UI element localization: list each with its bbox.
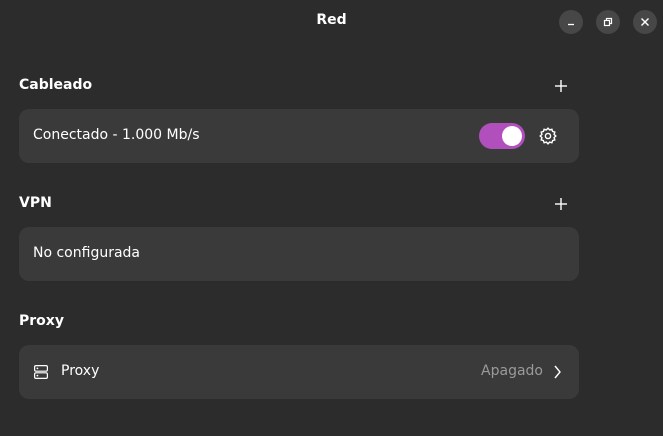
plus-icon: [555, 198, 567, 210]
network-settings-window: Red Cableado Conectado - 1.000 Mb/s VPN …: [0, 0, 663, 436]
minimize-button[interactable]: [559, 10, 583, 34]
wired-section-title: Cableado: [19, 77, 93, 93]
wired-connection-label: Conectado - 1.000 Mb/s: [33, 127, 200, 143]
plus-icon: [555, 80, 567, 92]
close-icon: [641, 18, 649, 26]
proxy-status: Apagado: [481, 363, 543, 379]
close-button[interactable]: [633, 10, 657, 34]
gear-icon: [539, 127, 557, 145]
wired-settings-button[interactable]: [537, 125, 559, 147]
add-wired-connection-button[interactable]: [551, 76, 571, 96]
wired-connection-row: Conectado - 1.000 Mb/s: [19, 109, 579, 163]
vpn-section-title: VPN: [19, 195, 52, 211]
chevron-right-icon: [554, 365, 561, 379]
header-bar: Red: [0, 0, 663, 46]
vpn-status-label: No configurada: [33, 245, 141, 261]
maximize-button[interactable]: [596, 10, 620, 34]
minimize-icon: [568, 23, 574, 26]
add-vpn-button[interactable]: [551, 194, 571, 214]
vpn-status-row: No configurada: [19, 227, 579, 281]
proxy-row-label: Proxy: [61, 363, 100, 379]
maximize-icon: [603, 17, 613, 27]
network-server-icon: [34, 365, 49, 380]
proxy-row[interactable]: Proxy Apagado: [19, 345, 579, 399]
proxy-section-title: Proxy: [19, 313, 64, 329]
switch-knob: [502, 126, 522, 146]
wired-connection-switch[interactable]: [479, 123, 525, 149]
